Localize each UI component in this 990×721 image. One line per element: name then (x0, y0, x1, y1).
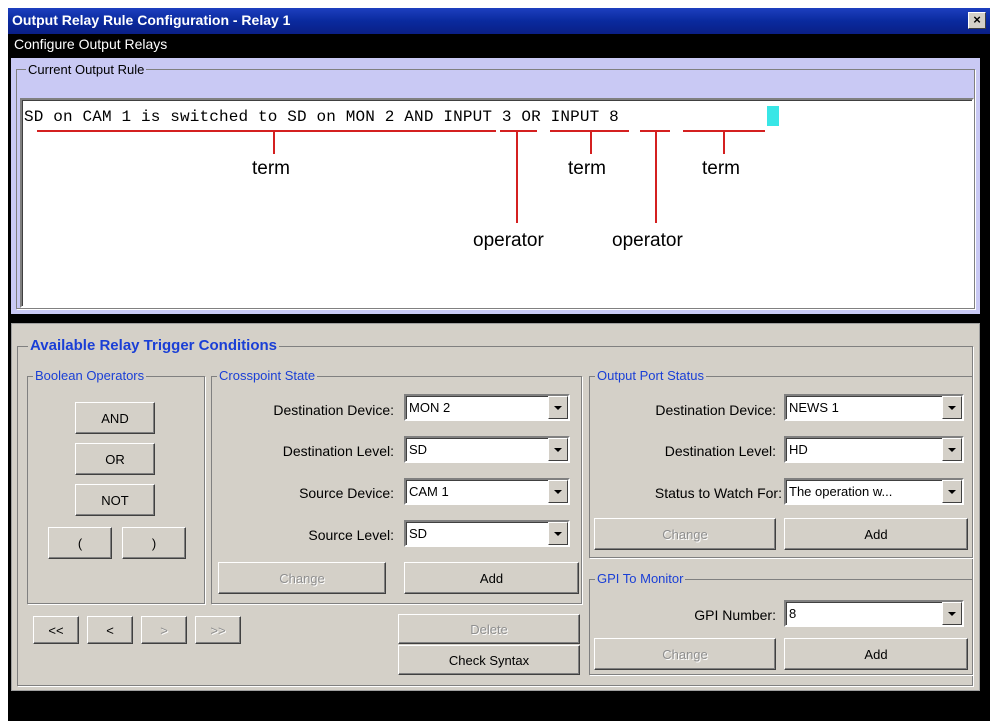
term3-annotation: term (702, 158, 740, 179)
window-title: Output Relay Rule Configuration - Relay … (12, 12, 291, 28)
current-rule-legend: Current Output Rule (26, 62, 147, 77)
operator2-tick (655, 130, 657, 223)
chevron-down-icon[interactable] (548, 480, 568, 503)
gpi-number-label: GPI Number: (694, 607, 776, 623)
operator1-annotation: operator (473, 230, 544, 251)
term2-annotation: term (568, 158, 606, 179)
op-dest-level-value: HD (789, 442, 808, 457)
op-status-select[interactable]: The operation w... (784, 478, 964, 505)
crosspoint-state-legend: Crosspoint State (217, 368, 318, 383)
gpi-add-button[interactable]: Add (784, 638, 968, 670)
chevron-down-icon[interactable] (942, 480, 962, 503)
check-syntax-button[interactable]: Check Syntax (398, 645, 580, 675)
xp-change-button[interactable]: Change (218, 562, 386, 594)
chevron-down-icon[interactable] (548, 396, 568, 419)
op-dest-level-label: Destination Level: (664, 443, 776, 459)
op-dest-device-select[interactable]: NEWS 1 (784, 394, 964, 421)
boolean-operators-legend: Boolean Operators (33, 368, 147, 383)
title-bar[interactable]: Output Relay Rule Configuration - Relay … (8, 8, 990, 34)
close-paren-button[interactable]: ) (122, 527, 186, 559)
xp-add-button[interactable]: Add (404, 562, 579, 594)
xp-source-level-label: Source Level: (308, 527, 394, 543)
xp-dest-device-select[interactable]: MON 2 (404, 394, 570, 421)
open-paren-button[interactable]: ( (48, 527, 112, 559)
text-cursor (767, 106, 779, 126)
next-button[interactable]: > (141, 616, 187, 644)
chevron-down-icon[interactable] (942, 438, 962, 461)
term1-tick (273, 130, 275, 154)
and-button[interactable]: AND (75, 402, 155, 434)
xp-source-device-label: Source Device: (299, 485, 394, 501)
trigger-conditions-title: Available Relay Trigger Conditions (28, 337, 280, 354)
chevron-down-icon[interactable] (942, 396, 962, 419)
op-add-button[interactable]: Add (784, 518, 968, 550)
xp-source-level-select[interactable]: SD (404, 520, 570, 547)
delete-button[interactable]: Delete (398, 614, 580, 644)
chevron-down-icon[interactable] (548, 438, 568, 461)
term1-annotation: term (252, 158, 290, 179)
op-change-button[interactable]: Change (594, 518, 776, 550)
xp-dest-level-label: Destination Level: (282, 443, 394, 459)
output-port-status-legend: Output Port Status (595, 368, 706, 383)
operator1-tick (516, 130, 518, 223)
xp-dest-device-value: MON 2 (409, 400, 451, 415)
term1-underline (37, 130, 496, 132)
xp-source-device-select[interactable]: CAM 1 (404, 478, 570, 505)
op-dest-device-label: Destination Device: (655, 402, 776, 418)
op-status-value: The operation w... (789, 484, 893, 499)
xp-dest-level-value: SD (409, 442, 428, 457)
or-button[interactable]: OR (75, 443, 155, 475)
dialog-subtitle: Configure Output Relays (14, 36, 168, 52)
prev-button[interactable]: < (87, 616, 133, 644)
close-icon[interactable]: × (968, 12, 986, 29)
term3-tick (723, 130, 725, 154)
xp-dest-device-label: Destination Device: (273, 402, 394, 418)
xp-source-level-value: SD (409, 526, 428, 541)
operator1-underline (500, 130, 537, 132)
op-status-label: Status to Watch For: (654, 485, 782, 501)
op-dest-level-select[interactable]: HD (784, 436, 964, 463)
first-button[interactable]: << (33, 616, 79, 644)
not-button[interactable]: NOT (75, 484, 155, 516)
rule-expression-text: SD on CAM 1 is switched to SD on MON 2 A… (24, 108, 619, 126)
term2-tick (590, 130, 592, 154)
chevron-down-icon[interactable] (942, 602, 962, 625)
chevron-down-icon[interactable] (548, 522, 568, 545)
gpi-number-select[interactable]: 8 (784, 600, 964, 627)
op-dest-device-value: NEWS 1 (789, 400, 839, 415)
xp-dest-level-select[interactable]: SD (404, 436, 570, 463)
gpi-change-button[interactable]: Change (594, 638, 776, 670)
operator2-annotation: operator (612, 230, 683, 251)
last-button[interactable]: >> (195, 616, 241, 644)
xp-source-device-value: CAM 1 (409, 484, 449, 499)
gpi-monitor-legend: GPI To Monitor (595, 571, 686, 586)
gpi-number-value: 8 (789, 606, 797, 621)
